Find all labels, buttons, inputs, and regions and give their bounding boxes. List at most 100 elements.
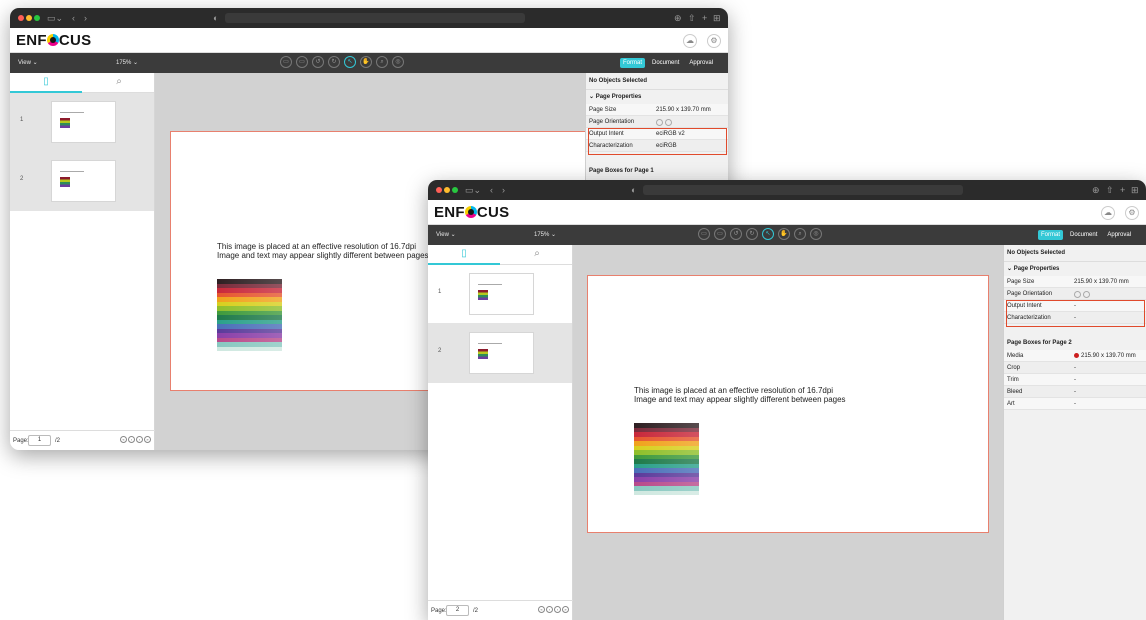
next-page-icon[interactable]: ›: [554, 606, 561, 613]
landscape-orientation-icon[interactable]: [656, 119, 663, 126]
loupe-icon[interactable]: ◎: [392, 56, 404, 68]
new-tab-icon[interactable]: +: [702, 12, 707, 24]
portrait-orientation-icon[interactable]: [665, 119, 672, 126]
zoom-window-button[interactable]: [34, 15, 40, 21]
address-bar[interactable]: [225, 13, 525, 23]
tab-format[interactable]: Format: [1038, 230, 1064, 240]
zoom-select[interactable]: 175% ⌄: [116, 59, 138, 66]
thumbnail-number: 2: [438, 348, 442, 354]
page-number-input[interactable]: 1: [28, 435, 51, 446]
tab-approval[interactable]: Approval: [1104, 230, 1134, 240]
tab-document[interactable]: Document: [1067, 230, 1100, 240]
address-bar[interactable]: [643, 185, 963, 195]
landscape-orientation-icon[interactable]: [1074, 291, 1081, 298]
next-page-icon[interactable]: ›: [136, 436, 143, 443]
sidebar-toggle-icon[interactable]: ▭⌄: [47, 12, 63, 24]
pages-tab-icon[interactable]: ▯: [10, 76, 82, 93]
first-page-icon[interactable]: «: [538, 606, 545, 613]
sidebar-toggle-icon[interactable]: ▭⌄: [465, 184, 481, 196]
forward-icon[interactable]: ›: [84, 12, 87, 24]
settings-gear-icon[interactable]: ⚙: [707, 34, 721, 48]
property-value: -: [1074, 365, 1076, 371]
loupe-icon[interactable]: ◎: [810, 228, 822, 240]
rotate-right-icon[interactable]: ↻: [746, 228, 758, 240]
zoom-select[interactable]: 175% ⌄: [534, 231, 556, 238]
property-key: Page Size: [1007, 279, 1035, 285]
last-page-icon[interactable]: »: [144, 436, 151, 443]
document-canvas[interactable]: This image is placed at an effective res…: [573, 245, 1003, 620]
minimize-window-button[interactable]: [26, 15, 32, 21]
search-tab-icon[interactable]: ⌕: [83, 76, 155, 87]
page-navigator: Page: 2 /2 « ‹ › »: [428, 600, 573, 620]
select-tool-icon[interactable]: ↖: [344, 56, 356, 68]
cloud-icon[interactable]: ☁: [1101, 206, 1115, 220]
zoom-window-button[interactable]: [452, 187, 458, 193]
single-page-icon[interactable]: ▭: [698, 228, 710, 240]
close-window-button[interactable]: [18, 15, 24, 21]
page-properties-header[interactable]: ⌄ Page Properties: [586, 90, 728, 104]
property-key: Crop: [1007, 365, 1021, 371]
sidebar-tabs: ▯ ⌕: [10, 73, 154, 93]
page-text-line-1: This image is placed at an effective res…: [217, 242, 417, 251]
tab-overview-icon[interactable]: ⊞: [1131, 184, 1139, 196]
two-page-icon[interactable]: ▭: [714, 228, 726, 240]
thumbnail-row[interactable]: 2: [428, 324, 572, 383]
property-row: Art -: [1004, 398, 1146, 410]
prev-page-icon[interactable]: ‹: [546, 606, 553, 613]
prev-page-icon[interactable]: ‹: [128, 436, 135, 443]
thumbnail-row[interactable]: 1: [428, 265, 572, 324]
download-icon[interactable]: ⊕: [1092, 184, 1100, 196]
first-page-icon[interactable]: «: [120, 436, 127, 443]
select-tool-icon[interactable]: ↖: [762, 228, 774, 240]
page-thumbnail[interactable]: [51, 160, 116, 202]
back-icon[interactable]: ‹: [72, 12, 75, 24]
view-menu[interactable]: View ⌄: [18, 59, 38, 66]
hand-tool-icon[interactable]: ✋: [360, 56, 372, 68]
page-boxes-title: Page Boxes for Page 1: [589, 168, 654, 174]
page-boxes-title: Page Boxes for Page 2: [1007, 340, 1072, 346]
back-icon[interactable]: ‹: [490, 184, 493, 196]
thumbnail-row[interactable]: 1: [10, 93, 154, 152]
portrait-orientation-icon[interactable]: [1083, 291, 1090, 298]
rotate-right-icon[interactable]: ↻: [328, 56, 340, 68]
two-page-icon[interactable]: ▭: [296, 56, 308, 68]
page-thumbnail[interactable]: [469, 332, 534, 374]
thumbnail-number: 1: [438, 289, 442, 295]
pages-tab-icon[interactable]: ▯: [428, 248, 500, 265]
property-key: Page Orientation: [589, 119, 635, 125]
page-thumbnail[interactable]: [469, 273, 534, 315]
cloud-icon[interactable]: ☁: [683, 34, 697, 48]
property-key: Art: [1007, 401, 1015, 407]
page-nav-buttons: « ‹ › »: [538, 606, 569, 613]
zoom-tool-icon[interactable]: ⌕: [794, 228, 806, 240]
search-tab-icon[interactable]: ⌕: [501, 248, 573, 259]
tab-document[interactable]: Document: [649, 58, 682, 68]
property-row: Media 215.90 x 139.70 mm: [1004, 350, 1146, 362]
page-number-input[interactable]: 2: [446, 605, 469, 616]
tab-approval[interactable]: Approval: [686, 58, 716, 68]
properties-panel: No Objects Selected ⌄ Page Properties Pa…: [1003, 245, 1146, 620]
view-menu[interactable]: View ⌄: [436, 231, 456, 238]
share-icon[interactable]: ⇧: [688, 12, 696, 24]
tab-format[interactable]: Format: [620, 58, 646, 68]
new-tab-icon[interactable]: +: [1120, 184, 1125, 196]
close-window-button[interactable]: [436, 187, 442, 193]
share-icon[interactable]: ⇧: [1106, 184, 1114, 196]
hand-tool-icon[interactable]: ✋: [778, 228, 790, 240]
settings-gear-icon[interactable]: ⚙: [1125, 206, 1139, 220]
thumbnail-row[interactable]: 2: [10, 152, 154, 211]
rotate-left-icon[interactable]: ↺: [312, 56, 324, 68]
page-thumbnail[interactable]: [51, 101, 116, 143]
rotate-left-icon[interactable]: ↺: [730, 228, 742, 240]
forward-icon[interactable]: ›: [502, 184, 505, 196]
viewer-toolbar: View ⌄ 175% ⌄ ▭ ▭ ↺ ↻ ↖ ✋ ⌕ ◎ Format Doc…: [428, 225, 1146, 245]
zoom-tool-icon[interactable]: ⌕: [376, 56, 388, 68]
last-page-icon[interactable]: »: [562, 606, 569, 613]
minimize-window-button[interactable]: [444, 187, 450, 193]
single-page-icon[interactable]: ▭: [280, 56, 292, 68]
tool-group: ▭ ▭ ↺ ↻ ↖ ✋ ⌕ ◎: [280, 56, 404, 68]
pdf-page[interactable]: This image is placed at an effective res…: [587, 275, 989, 533]
page-properties-header[interactable]: ⌄ Page Properties: [1004, 262, 1146, 276]
download-icon[interactable]: ⊕: [674, 12, 682, 24]
tab-overview-icon[interactable]: ⊞: [713, 12, 721, 24]
